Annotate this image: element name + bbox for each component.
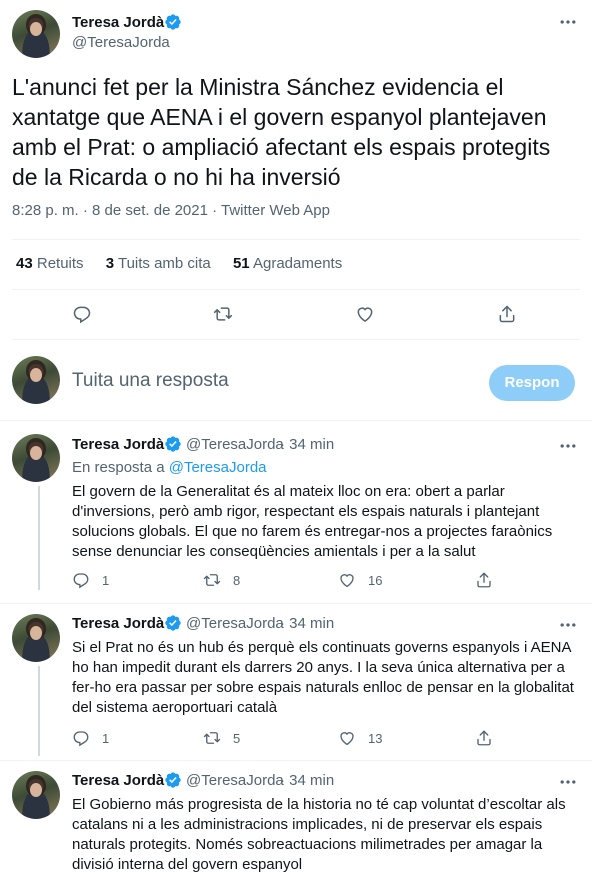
reply-icon[interactable] xyxy=(72,304,92,324)
reply-input[interactable]: Tuita una resposta xyxy=(72,370,229,392)
reply-icon[interactable] xyxy=(72,729,90,747)
reply-count: 1 xyxy=(102,731,110,746)
reply-count: 1 xyxy=(102,573,110,588)
replying-to-prefix: En resposta a xyxy=(72,459,165,476)
user-avatar[interactable] xyxy=(12,356,60,404)
replying-to-handle[interactable]: @TeresaJorda xyxy=(169,459,267,476)
reply-button[interactable]: Respon xyxy=(489,365,575,401)
reply-text: El govern de la Generalitat és al mateix… xyxy=(72,483,553,560)
likes-count: 51 xyxy=(232,255,250,272)
more-icon[interactable] xyxy=(558,12,578,32)
likes-label: Agradaments xyxy=(252,255,343,272)
more-icon[interactable] xyxy=(558,772,578,792)
divider xyxy=(0,760,592,761)
like-icon[interactable] xyxy=(338,571,356,589)
share-icon[interactable] xyxy=(475,729,493,747)
tweet-timestamp[interactable]: 8:28 p. m. · 8 de set. de 2021 · Twitter… xyxy=(12,202,330,219)
reply-author-handle[interactable]: @TeresaJorda xyxy=(186,772,284,789)
divider xyxy=(12,239,580,240)
reply-time[interactable]: · 34 min xyxy=(280,772,334,789)
replying-to: En resposta a @TeresaJorda xyxy=(72,459,267,476)
retweet-count: 5 xyxy=(233,731,241,746)
reply-avatar[interactable] xyxy=(12,614,60,662)
retweets-label: Retuits xyxy=(36,255,84,272)
verified-badge-icon xyxy=(165,14,181,30)
reply-text: El Gobierno más progresista de la histor… xyxy=(72,796,566,873)
reply-author-handle[interactable]: @TeresaJorda xyxy=(186,436,284,453)
reply-author-name[interactable]: Teresa Jordà xyxy=(72,615,164,632)
verified-badge-icon xyxy=(165,615,181,631)
divider xyxy=(12,289,580,290)
divider xyxy=(12,339,580,340)
reply-time[interactable]: · 34 min xyxy=(280,615,334,632)
verified-badge-icon xyxy=(165,772,181,788)
quotes-count: 3 xyxy=(105,255,115,272)
likes-stat[interactable]: 51 Agradaments xyxy=(233,255,342,272)
retweets-count: 43 xyxy=(16,255,33,272)
divider xyxy=(0,420,592,421)
tweet-stats: 43 Retuits 3 Tuits amb cita 51 Agradamen… xyxy=(16,255,360,272)
like-icon[interactable] xyxy=(338,729,356,747)
author-handle[interactable]: @TeresaJorda xyxy=(72,34,170,51)
reply-time[interactable]: · 34 min xyxy=(280,436,334,453)
quotes-stat[interactable]: 3 Tuits amb cita xyxy=(106,255,211,272)
share-icon[interactable] xyxy=(497,304,517,324)
retweet-icon[interactable] xyxy=(213,304,233,324)
verified-badge-icon xyxy=(165,436,181,452)
divider xyxy=(0,603,592,604)
share-icon[interactable] xyxy=(475,571,493,589)
retweet-icon[interactable] xyxy=(203,729,221,747)
tweet-text: L'anunci fet per la Ministra Sánchez evi… xyxy=(12,74,551,190)
author-name[interactable]: Teresa Jordà xyxy=(72,14,164,31)
reply-author-name[interactable]: Teresa Jordà xyxy=(72,436,164,453)
more-icon[interactable] xyxy=(558,436,578,456)
retweet-icon[interactable] xyxy=(203,571,221,589)
thread-line xyxy=(38,666,40,756)
reply-icon[interactable] xyxy=(72,571,90,589)
retweets-stat[interactable]: 43 Retuits xyxy=(16,255,84,272)
more-icon[interactable] xyxy=(558,615,578,635)
quotes-label: Tuits amb cita xyxy=(117,255,211,272)
retweet-count: 8 xyxy=(233,573,241,588)
thread-line xyxy=(38,486,40,590)
author-avatar[interactable] xyxy=(12,10,60,58)
reply-avatar[interactable] xyxy=(12,771,60,819)
like-count: 13 xyxy=(368,731,383,746)
like-count: 16 xyxy=(368,573,383,588)
reply-author-handle[interactable]: @TeresaJorda xyxy=(186,615,284,632)
reply-avatar[interactable] xyxy=(12,434,60,482)
like-icon[interactable] xyxy=(355,304,375,324)
reply-author-name[interactable]: Teresa Jordà xyxy=(72,772,164,789)
reply-text: Si el Prat no és un hub és perquè els co… xyxy=(72,639,574,716)
